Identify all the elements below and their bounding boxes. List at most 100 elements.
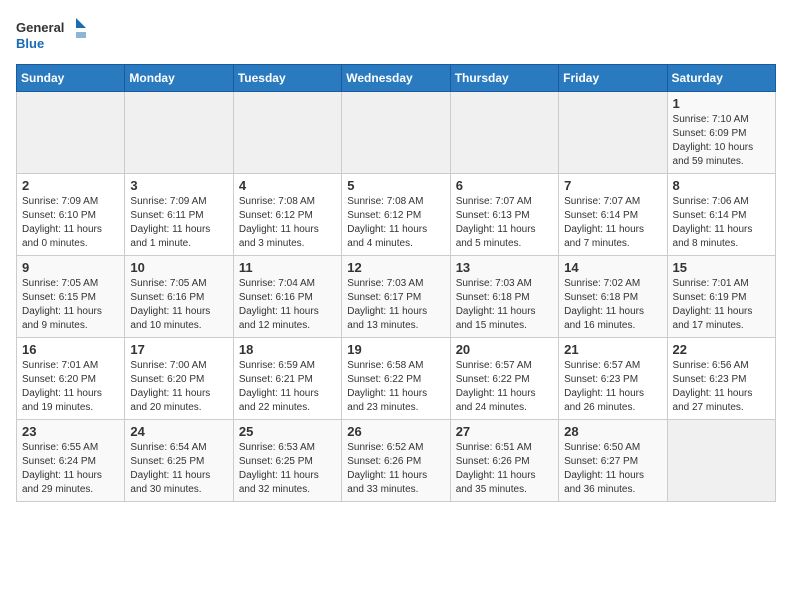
calendar-cell	[667, 420, 775, 502]
calendar-week-row: 2 Sunrise: 7:09 AM Sunset: 6:10 PM Daylig…	[17, 174, 776, 256]
day-number: 12	[347, 260, 444, 275]
calendar-cell: 25Sunrise: 6:53 AM Sunset: 6:25 PM Dayli…	[233, 420, 341, 502]
svg-text:Blue: Blue	[16, 36, 44, 51]
day-number: 4	[239, 178, 336, 193]
day-info: Sunrise: 7:08 AM Sunset: 6:12 PM Dayligh…	[239, 195, 336, 251]
calendar-week-row: 16 Sunrise: 7:01 AM Sunset: 6:20 PM Dayli…	[17, 338, 776, 420]
calendar-cell	[342, 92, 450, 174]
day-info: Sunrise: 7:08 AM Sunset: 6:12 PM Dayligh…	[347, 195, 444, 251]
day-info: Sunrise: 6:56 AM Sunset: 6:23 PM Dayligh…	[673, 359, 770, 415]
day-number: 26	[347, 424, 444, 439]
svg-text:General: General	[16, 20, 64, 35]
calendar-cell: 18 Sunrise: 6:59 AM Sunset: 6:21 PM Dayli…	[233, 338, 341, 420]
col-header-monday: Monday	[125, 65, 233, 92]
day-info: Sunrise: 6:59 AM Sunset: 6:21 PM Dayligh…	[239, 359, 336, 415]
day-number: 20	[456, 342, 553, 357]
col-header-wednesday: Wednesday	[342, 65, 450, 92]
calendar-cell: 17 Sunrise: 7:00 AM Sunset: 6:20 PM Dayli…	[125, 338, 233, 420]
day-number: 19	[347, 342, 444, 357]
day-info: Sunrise: 7:01 AM Sunset: 6:19 PM Dayligh…	[673, 277, 770, 333]
day-info: Sunrise: 6:54 AM Sunset: 6:25 PM Dayligh…	[130, 441, 227, 497]
calendar-week-row: 23Sunrise: 6:55 AM Sunset: 6:24 PM Dayli…	[17, 420, 776, 502]
logo-svg: General Blue	[16, 16, 86, 52]
calendar-cell: 2 Sunrise: 7:09 AM Sunset: 6:10 PM Daylig…	[17, 174, 125, 256]
day-info: Sunrise: 6:57 AM Sunset: 6:23 PM Dayligh…	[564, 359, 661, 415]
day-info: Sunrise: 7:07 AM Sunset: 6:14 PM Dayligh…	[564, 195, 661, 251]
page-header: General Blue	[16, 16, 776, 52]
day-number: 5	[347, 178, 444, 193]
day-number: 14	[564, 260, 661, 275]
calendar-cell: 22Sunrise: 6:56 AM Sunset: 6:23 PM Dayli…	[667, 338, 775, 420]
calendar-cell: 13Sunrise: 7:03 AM Sunset: 6:18 PM Dayli…	[450, 256, 558, 338]
calendar-cell: 21 Sunrise: 6:57 AM Sunset: 6:23 PM Dayli…	[559, 338, 667, 420]
day-number: 7	[564, 178, 661, 193]
day-number: 28	[564, 424, 661, 439]
calendar-cell	[450, 92, 558, 174]
day-info: Sunrise: 7:02 AM Sunset: 6:18 PM Dayligh…	[564, 277, 661, 333]
calendar-cell: 12Sunrise: 7:03 AM Sunset: 6:17 PM Dayli…	[342, 256, 450, 338]
col-header-saturday: Saturday	[667, 65, 775, 92]
calendar-cell: 5 Sunrise: 7:08 AM Sunset: 6:12 PM Daylig…	[342, 174, 450, 256]
day-number: 17	[130, 342, 227, 357]
calendar-cell: 28 Sunrise: 6:50 AM Sunset: 6:27 PM Dayli…	[559, 420, 667, 502]
day-number: 8	[673, 178, 770, 193]
day-info: Sunrise: 6:52 AM Sunset: 6:26 PM Dayligh…	[347, 441, 444, 497]
day-number: 9	[22, 260, 119, 275]
calendar-table: SundayMondayTuesdayWednesdayThursdayFrid…	[16, 64, 776, 502]
day-number: 10	[130, 260, 227, 275]
calendar-cell: 1 Sunrise: 7:10 AM Sunset: 6:09 PM Daylig…	[667, 92, 775, 174]
day-info: Sunrise: 7:09 AM Sunset: 6:11 PM Dayligh…	[130, 195, 227, 251]
day-info: Sunrise: 6:55 AM Sunset: 6:24 PM Dayligh…	[22, 441, 119, 497]
day-info: Sunrise: 6:50 AM Sunset: 6:27 PM Dayligh…	[564, 441, 661, 497]
day-number: 6	[456, 178, 553, 193]
calendar-cell	[233, 92, 341, 174]
day-number: 15	[673, 260, 770, 275]
day-number: 1	[673, 96, 770, 111]
calendar-cell: 10 Sunrise: 7:05 AM Sunset: 6:16 PM Dayli…	[125, 256, 233, 338]
calendar-cell: 6 Sunrise: 7:07 AM Sunset: 6:13 PM Daylig…	[450, 174, 558, 256]
day-number: 11	[239, 260, 336, 275]
day-info: Sunrise: 7:09 AM Sunset: 6:10 PM Dayligh…	[22, 195, 119, 251]
calendar-cell: 8 Sunrise: 7:06 AM Sunset: 6:14 PM Daylig…	[667, 174, 775, 256]
day-number: 21	[564, 342, 661, 357]
calendar-week-row: 9 Sunrise: 7:05 AM Sunset: 6:15 PM Daylig…	[17, 256, 776, 338]
calendar-cell: 3 Sunrise: 7:09 AM Sunset: 6:11 PM Daylig…	[125, 174, 233, 256]
day-info: Sunrise: 7:10 AM Sunset: 6:09 PM Dayligh…	[673, 113, 770, 169]
calendar-cell: 14 Sunrise: 7:02 AM Sunset: 6:18 PM Dayli…	[559, 256, 667, 338]
day-number: 16	[22, 342, 119, 357]
day-info: Sunrise: 6:51 AM Sunset: 6:26 PM Dayligh…	[456, 441, 553, 497]
calendar-cell: 24 Sunrise: 6:54 AM Sunset: 6:25 PM Dayli…	[125, 420, 233, 502]
day-info: Sunrise: 7:06 AM Sunset: 6:14 PM Dayligh…	[673, 195, 770, 251]
day-number: 18	[239, 342, 336, 357]
calendar-header-row: SundayMondayTuesdayWednesdayThursdayFrid…	[17, 65, 776, 92]
day-number: 27	[456, 424, 553, 439]
calendar-cell	[125, 92, 233, 174]
calendar-cell: 4 Sunrise: 7:08 AM Sunset: 6:12 PM Daylig…	[233, 174, 341, 256]
day-number: 13	[456, 260, 553, 275]
calendar-cell: 7 Sunrise: 7:07 AM Sunset: 6:14 PM Daylig…	[559, 174, 667, 256]
day-info: Sunrise: 6:58 AM Sunset: 6:22 PM Dayligh…	[347, 359, 444, 415]
col-header-friday: Friday	[559, 65, 667, 92]
day-info: Sunrise: 7:07 AM Sunset: 6:13 PM Dayligh…	[456, 195, 553, 251]
calendar-cell	[17, 92, 125, 174]
day-number: 24	[130, 424, 227, 439]
calendar-cell: 11 Sunrise: 7:04 AM Sunset: 6:16 PM Dayli…	[233, 256, 341, 338]
calendar-cell: 27 Sunrise: 6:51 AM Sunset: 6:26 PM Dayli…	[450, 420, 558, 502]
calendar-cell: 20 Sunrise: 6:57 AM Sunset: 6:22 PM Dayli…	[450, 338, 558, 420]
day-info: Sunrise: 7:05 AM Sunset: 6:16 PM Dayligh…	[130, 277, 227, 333]
calendar-cell: 9 Sunrise: 7:05 AM Sunset: 6:15 PM Daylig…	[17, 256, 125, 338]
day-info: Sunrise: 6:57 AM Sunset: 6:22 PM Dayligh…	[456, 359, 553, 415]
calendar-week-row: 1 Sunrise: 7:10 AM Sunset: 6:09 PM Daylig…	[17, 92, 776, 174]
day-info: Sunrise: 7:04 AM Sunset: 6:16 PM Dayligh…	[239, 277, 336, 333]
col-header-tuesday: Tuesday	[233, 65, 341, 92]
col-header-thursday: Thursday	[450, 65, 558, 92]
day-info: Sunrise: 6:53 AM Sunset: 6:25 PM Dayligh…	[239, 441, 336, 497]
calendar-cell: 19 Sunrise: 6:58 AM Sunset: 6:22 PM Dayli…	[342, 338, 450, 420]
day-number: 3	[130, 178, 227, 193]
day-number: 2	[22, 178, 119, 193]
col-header-sunday: Sunday	[17, 65, 125, 92]
day-info: Sunrise: 7:00 AM Sunset: 6:20 PM Dayligh…	[130, 359, 227, 415]
day-info: Sunrise: 7:05 AM Sunset: 6:15 PM Dayligh…	[22, 277, 119, 333]
day-info: Sunrise: 7:01 AM Sunset: 6:20 PM Dayligh…	[22, 359, 119, 415]
calendar-cell	[559, 92, 667, 174]
